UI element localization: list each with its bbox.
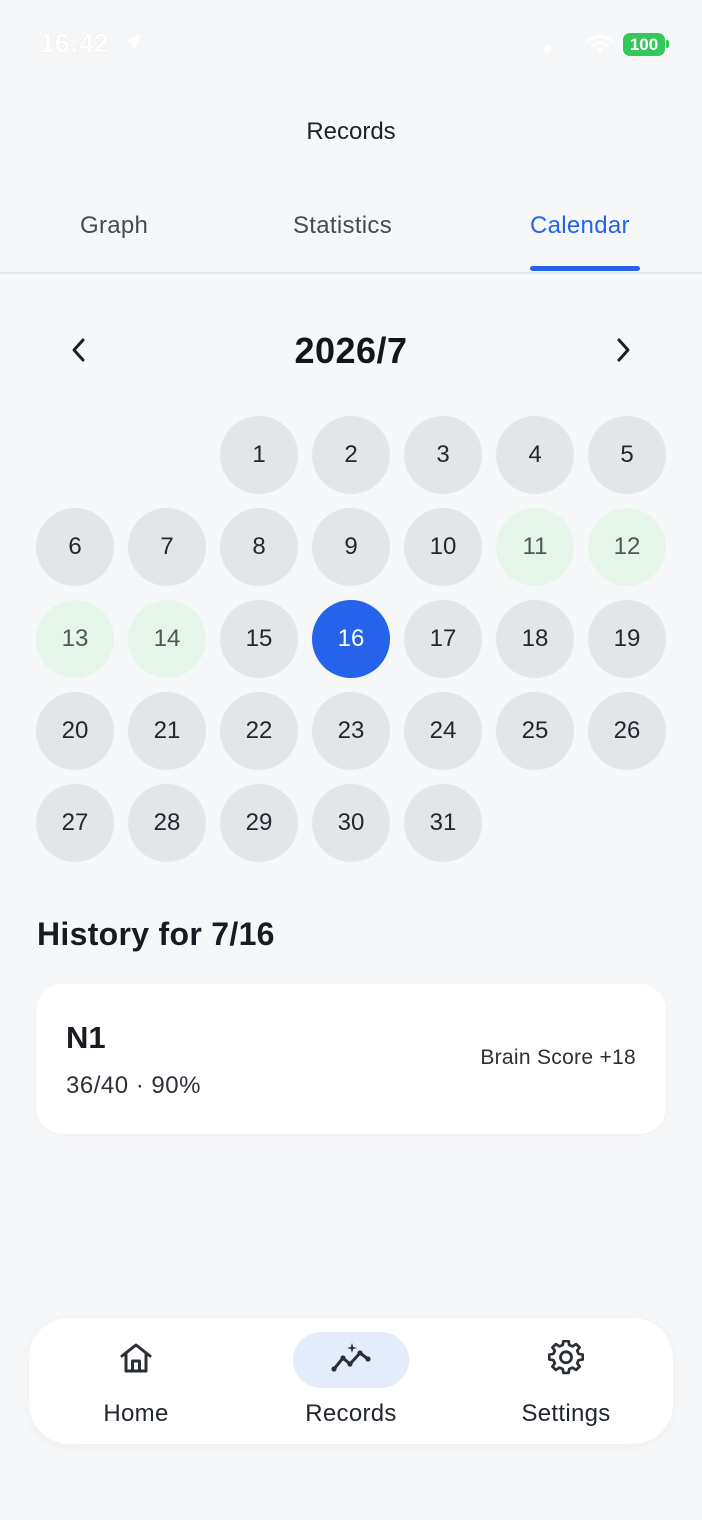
page-title: Records	[306, 118, 396, 145]
calendar-day[interactable]: 2	[312, 416, 390, 494]
calendar-day[interactable]: 22	[220, 692, 298, 770]
nav-home[interactable]: Home	[29, 1318, 243, 1444]
active-tab-indicator	[530, 266, 640, 271]
calendar-blank-cell	[128, 416, 206, 494]
calendar-day[interactable]: 23	[312, 692, 390, 770]
tab-graph[interactable]: Graph	[80, 212, 148, 240]
calendar-day[interactable]: 30	[312, 784, 390, 862]
battery-tip	[666, 40, 669, 48]
nav-records-label: Records	[305, 1400, 397, 1427]
history-title: History for 7/16	[37, 916, 275, 952]
tab-bar: Graph Statistics Calendar	[0, 196, 702, 274]
calendar-day-selected[interactable]: 16	[312, 600, 390, 678]
next-month-button[interactable]	[599, 328, 647, 376]
chevron-right-icon	[613, 337, 633, 368]
calendar-day[interactable]: 15	[220, 600, 298, 678]
tab-calendar[interactable]: Calendar	[530, 212, 630, 240]
nav-records[interactable]: Records	[244, 1318, 458, 1444]
calendar-day[interactable]: 21	[128, 692, 206, 770]
tab-statistics[interactable]: Statistics	[293, 212, 392, 240]
nav-records-icon-wrap	[293, 1332, 409, 1388]
nav-settings-label: Settings	[521, 1400, 611, 1427]
location-arrow-icon	[122, 31, 144, 58]
month-title: 2026/7	[294, 330, 408, 371]
home-icon	[118, 1341, 154, 1380]
calendar-day[interactable]: 4	[496, 416, 574, 494]
status-bar: 16:42 100	[0, 0, 702, 90]
signal-dot-icon	[544, 45, 551, 52]
history-record-card[interactable]: N1 36/40 · 90% Brain Score +18	[36, 984, 666, 1134]
calendar-day[interactable]: 14	[128, 600, 206, 678]
calendar-day[interactable]: 11	[496, 508, 574, 586]
calendar-day[interactable]: 3	[404, 416, 482, 494]
calendar-day[interactable]: 10	[404, 508, 482, 586]
calendar-day[interactable]: 18	[496, 600, 574, 678]
calendar-day[interactable]: 9	[312, 508, 390, 586]
calendar-day[interactable]: 31	[404, 784, 482, 862]
nav-home-icon-wrap	[78, 1332, 194, 1388]
brain-score: Brain Score +18	[480, 1046, 636, 1069]
calendar-day[interactable]: 13	[36, 600, 114, 678]
calendar-grid: 1 2 3 4 5 6 7 8 9 10 11 12 13 14 15 16 17 18 19 20 21 22 23 24 2…	[36, 416, 666, 862]
calendar-day[interactable]: 19	[588, 600, 666, 678]
status-time: 16:42	[40, 28, 109, 58]
calendar-day[interactable]: 29	[220, 784, 298, 862]
calendar-day[interactable]: 25	[496, 692, 574, 770]
record-name: N1	[66, 1020, 106, 1055]
calendar-day[interactable]: 20	[36, 692, 114, 770]
calendar-day[interactable]: 17	[404, 600, 482, 678]
calendar-day[interactable]: 8	[220, 508, 298, 586]
calendar-day[interactable]: 7	[128, 508, 206, 586]
calendar-blank-cell	[36, 416, 114, 494]
nav-settings-icon-wrap	[508, 1332, 624, 1388]
bottom-navigation: Home Records Settings	[29, 1318, 673, 1444]
month-navigation: 2026/7	[0, 320, 702, 384]
battery-indicator: 100	[623, 33, 665, 56]
calendar-day[interactable]: 26	[588, 692, 666, 770]
chart-sparkle-icon	[330, 1341, 372, 1380]
calendar-day[interactable]: 1	[220, 416, 298, 494]
gear-icon	[547, 1339, 585, 1381]
record-score: 36/40 · 90%	[66, 1072, 201, 1099]
wifi-icon	[586, 33, 614, 60]
calendar-day[interactable]: 27	[36, 784, 114, 862]
calendar-day[interactable]: 6	[36, 508, 114, 586]
calendar-day[interactable]: 28	[128, 784, 206, 862]
nav-settings[interactable]: Settings	[459, 1318, 673, 1444]
calendar-day[interactable]: 24	[404, 692, 482, 770]
calendar-day[interactable]: 12	[588, 508, 666, 586]
nav-home-label: Home	[103, 1400, 169, 1427]
calendar-day[interactable]: 5	[588, 416, 666, 494]
